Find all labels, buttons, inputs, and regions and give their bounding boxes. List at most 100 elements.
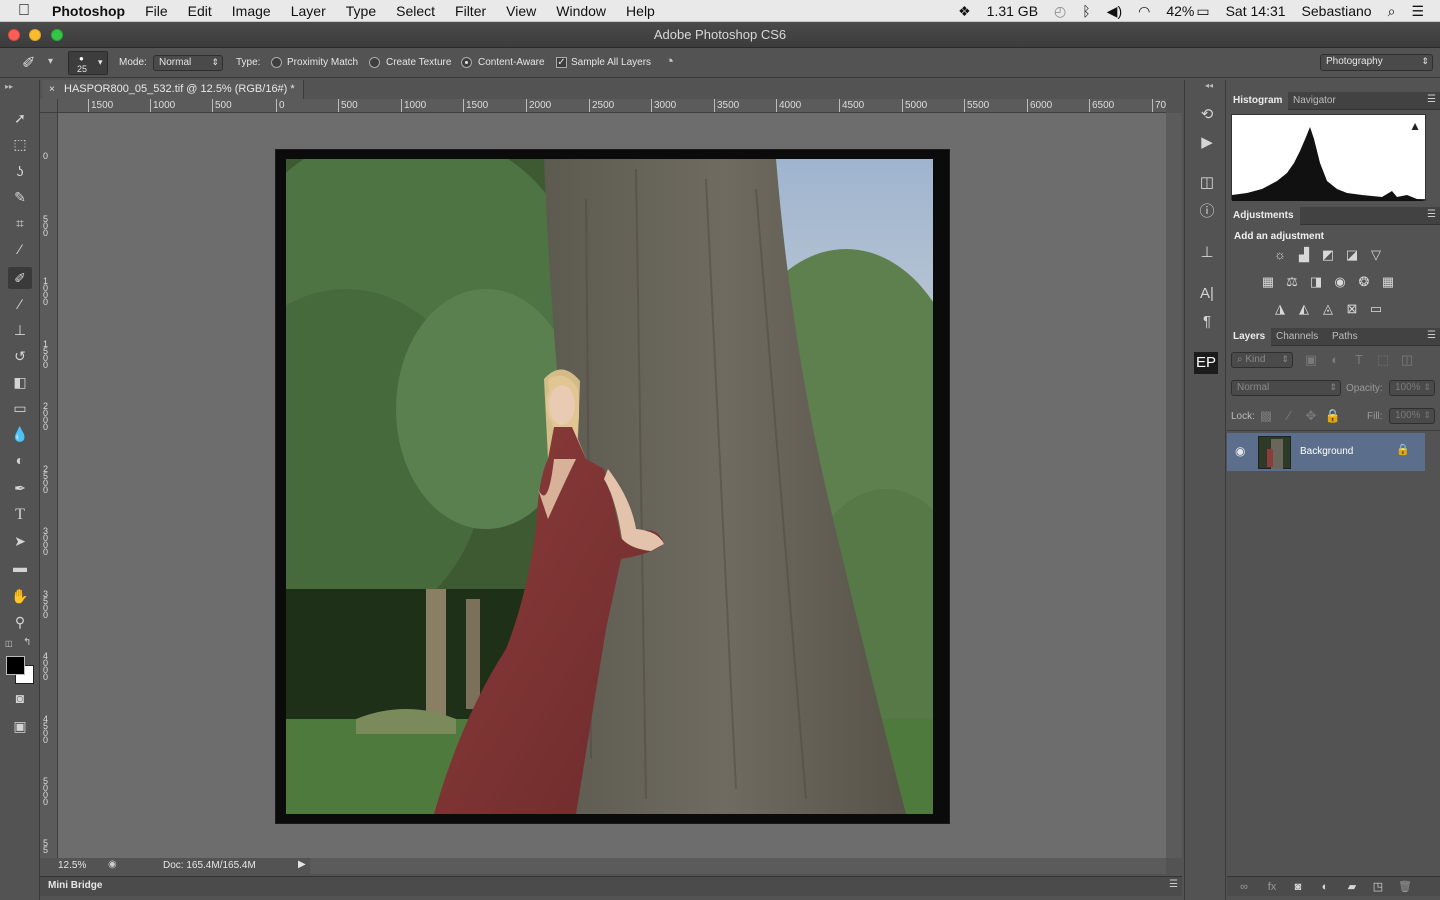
info-icon[interactable]: ⓘ [1196, 201, 1218, 223]
menu-image[interactable]: Image [222, 0, 281, 22]
layer-filter-kind-select[interactable]: ⌕ Kind [1231, 352, 1293, 368]
lasso-tool-icon[interactable]: ʖ [8, 160, 32, 182]
zoom-tool-icon[interactable]: ⚲ [8, 611, 32, 633]
blur-tool-icon[interactable]: 💧 [8, 423, 32, 445]
move-tool-icon[interactable]: ➚ [8, 107, 32, 129]
hue-saturation-icon[interactable]: ▦ [1259, 274, 1277, 290]
clock[interactable]: Sat 14:31 [1218, 3, 1294, 19]
toolbar-collapse-icon[interactable]: ▸▸ [5, 82, 13, 91]
menu-select[interactable]: Select [386, 0, 445, 22]
battery-percent[interactable]: 42% [1158, 3, 1196, 19]
opacity-input[interactable]: 100% [1389, 380, 1435, 396]
content-aware-radio[interactable] [461, 57, 472, 68]
tab-navigator[interactable]: Navigator [1287, 92, 1342, 110]
history-brush-tool-icon[interactable]: ↺ [8, 345, 32, 367]
new-group-icon[interactable]: ▰ [1343, 879, 1361, 895]
link-layers-icon[interactable]: ∞ [1235, 879, 1253, 895]
black-white-icon[interactable]: ◨ [1307, 274, 1325, 290]
path-selection-tool-icon[interactable]: ➤ [8, 530, 32, 552]
foreground-color-swatch[interactable] [6, 656, 25, 675]
quick-mask-icon[interactable]: ◙ [8, 687, 32, 709]
sample-all-layers-checkbox[interactable]: ✓ [556, 57, 567, 68]
exposure-icon[interactable]: ◪ [1343, 247, 1361, 263]
character-icon[interactable]: A| [1196, 283, 1218, 305]
document-tab-title[interactable]: HASPOR800_05_532.tif @ 12.5% (RGB/16#) * [64, 80, 295, 99]
fill-input[interactable]: 100% [1389, 408, 1435, 424]
memory-status[interactable]: 1.31 GB [979, 3, 1046, 19]
layer-lock-icon[interactable]: 🔒 [1396, 443, 1410, 456]
color-lookup-icon[interactable]: ▦ [1379, 274, 1397, 290]
clone-source-icon[interactable]: ⊥ [1196, 242, 1218, 264]
new-layer-icon[interactable]: ◳ [1369, 879, 1387, 895]
quick-selection-tool-icon[interactable]: ✎ [8, 186, 32, 208]
vertical-scrollbar[interactable] [1166, 113, 1182, 858]
lock-position-icon[interactable]: ✥ [1302, 408, 1320, 424]
document-tab[interactable]: × HASPOR800_05_532.tif @ 12.5% (RGB/16#)… [42, 80, 304, 99]
create-texture-radio[interactable] [369, 57, 380, 68]
volume-icon[interactable]: ◀) [1099, 3, 1130, 20]
tab-channels[interactable]: Channels [1270, 328, 1324, 346]
tab-layers[interactable]: Layers [1227, 328, 1272, 346]
ep-extension-icon[interactable]: EP [1194, 352, 1218, 374]
menu-type[interactable]: Type [336, 0, 386, 22]
dock-collapse-icon[interactable]: ◂◂ [1205, 81, 1213, 90]
eyedropper-tool-icon[interactable]: ⁄ [8, 238, 32, 260]
panel-menu-icon[interactable]: ☰ [1427, 94, 1436, 105]
close-document-icon[interactable]: × [49, 80, 55, 99]
dropbox-icon[interactable]: ❖ [950, 3, 979, 20]
layer-visibility-eye-icon[interactable]: ◉ [1235, 444, 1245, 458]
menu-layer[interactable]: Layer [281, 0, 336, 22]
user-name[interactable]: Sebastiano [1294, 3, 1380, 19]
status-info-icon[interactable]: ◉ [108, 859, 117, 870]
menu-edit[interactable]: Edit [178, 0, 222, 22]
mode-select[interactable]: Normal [153, 55, 223, 71]
panel-menu-icon[interactable]: ☰ [1427, 209, 1436, 220]
tool-preset-dropdown[interactable]: ▾ [48, 56, 53, 67]
photo-image[interactable] [286, 159, 933, 814]
lock-transparent-icon[interactable]: ▩ [1257, 408, 1275, 424]
zoom-level[interactable]: 12.5% [58, 860, 86, 871]
content-aware-label[interactable]: Content-Aware [478, 57, 545, 68]
gradient-tool-icon[interactable]: ▭ [8, 397, 32, 419]
posterize-icon[interactable]: ◭ [1295, 301, 1313, 317]
pressure-size-icon[interactable]: ◔ [665, 53, 674, 70]
menu-file[interactable]: File [135, 0, 178, 22]
new-adjustment-layer-icon[interactable]: ◐ [1316, 879, 1334, 895]
paragraph-icon[interactable]: ¶ [1196, 311, 1218, 333]
spot-healing-brush-tool-icon[interactable]: ✐ [8, 267, 32, 289]
blend-mode-select[interactable]: Normal [1231, 380, 1341, 396]
layer-style-icon[interactable]: fx [1263, 879, 1281, 895]
mini-bridge-menu-icon[interactable]: ☰ [1169, 879, 1178, 890]
lock-image-icon[interactable]: ∕ [1280, 408, 1298, 424]
menu-filter[interactable]: Filter [445, 0, 496, 22]
hand-tool-icon[interactable]: ✋ [8, 585, 32, 607]
wifi-icon[interactable]: ◠ [1130, 3, 1158, 20]
brush-picker[interactable]: ● 25 ▾ [68, 51, 108, 75]
marquee-tool-icon[interactable]: ⬚ [8, 133, 32, 155]
proximity-match-label[interactable]: Proximity Match [287, 57, 358, 68]
panel-menu-icon[interactable]: ☰ [1427, 330, 1436, 341]
tab-histogram[interactable]: Histogram [1227, 92, 1289, 110]
add-mask-icon[interactable]: ◙ [1289, 879, 1307, 895]
layer-comps-icon[interactable]: ◫ [1196, 172, 1218, 194]
spotlight-icon[interactable]: ⌕ [1380, 3, 1404, 20]
clone-stamp-tool-icon[interactable]: ⊥ [8, 319, 32, 341]
channel-mixer-icon[interactable]: ❂ [1355, 274, 1373, 290]
pen-tool-icon[interactable]: ✒ [8, 477, 32, 499]
menu-window[interactable]: Window [546, 0, 616, 22]
actions-icon[interactable]: ▶ [1196, 132, 1218, 154]
photo-filter-icon[interactable]: ◉ [1331, 274, 1349, 290]
eraser-tool-icon[interactable]: ◧ [8, 371, 32, 393]
status-menu-arrow-icon[interactable]: ▶ [298, 859, 306, 870]
levels-icon[interactable]: ▟ [1295, 247, 1313, 263]
apple-icon[interactable]:  [0, 0, 42, 22]
workspace-select[interactable]: Photography [1320, 54, 1433, 71]
curves-icon[interactable]: ◩ [1319, 247, 1337, 263]
tool-preset-icon[interactable]: ✐ [22, 53, 35, 73]
mini-bridge-tab[interactable]: Mini Bridge [48, 880, 102, 891]
filter-shape-icon[interactable]: ⬚ [1374, 352, 1392, 368]
brush-tool-icon[interactable]: ∕ [8, 293, 32, 315]
rectangle-tool-icon[interactable]: ▬ [8, 556, 32, 578]
sample-all-layers-label[interactable]: Sample All Layers [571, 57, 651, 68]
swap-colors-icon[interactable]: ↰ [23, 637, 31, 648]
